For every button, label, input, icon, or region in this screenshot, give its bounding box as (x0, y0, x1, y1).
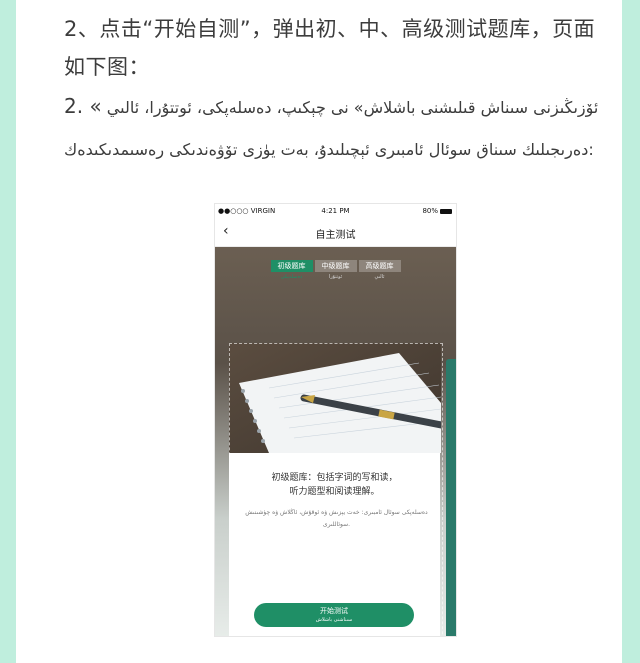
page-title: 自主测试 (315, 230, 356, 241)
step2-text: 2、点击“开始自测”，弹出初、中、高级测试题库，页面如下图： (64, 17, 596, 79)
start-test-label-ug: سىناشنى باشلاش (315, 617, 353, 623)
level-tabs: 初级题库 دەسلەپكى 中级题库 ئوتتۇرا 高级题库 ئالىي (215, 260, 456, 280)
tab-advanced-ug: ئالىي (374, 274, 385, 280)
tab-beginner[interactable]: 初级题库 دەسلەپكى (270, 260, 313, 280)
start-test-label: 开始测试 (320, 607, 348, 615)
step2-prefix: 2. « (64, 94, 102, 118)
level-description-line2: 听力题型和阅读理解。 (289, 487, 380, 497)
tab-beginner-ug: دەسلەپكى (280, 274, 303, 280)
tab-intermediate[interactable]: 中级题库 ئوتتۇرا (314, 260, 357, 280)
step2-uyghur-body: ئۆزىڭىزنى سىناش قىلىشنى باشلاش» نى چېكىپ… (64, 98, 599, 159)
clock: 4:21 PM (321, 207, 350, 215)
nav-bar: ‹ 自主测试 (215, 218, 456, 247)
tab-beginner-label: 初级题库 (270, 260, 313, 272)
battery-percent: 80% (422, 207, 438, 215)
level-description-ug: دەسلەپكى سوئال ئامبىرى: خەت يېزىش ۋە ئوق… (245, 509, 428, 528)
test-content: 初级题库 دەسلەپكى 中级题库 ئوتتۇرا 高级题库 ئالىي 初级… (215, 247, 456, 636)
tab-advanced-label: 高级题库 (358, 260, 401, 272)
status-bar: ●●○○○ VIRGIN 4:21 PM 80% (215, 204, 456, 218)
start-test-button[interactable]: 开始测试 سىناشنى باشلاش (254, 603, 414, 627)
battery-icon (440, 208, 452, 214)
level-description: 初级题库：包括字词的写和读， 听力题型和阅读理解。 (229, 471, 440, 499)
tab-advanced[interactable]: 高级题库 ئالىي (358, 260, 401, 280)
step2-uyghur-text: 2. « ئۆزىڭىزنى سىناش قىلىشنى باشلاش» نى … (64, 86, 609, 170)
phone-screenshot: ●●○○○ VIRGIN 4:21 PM 80% ‹ 自主测试 初级题库 دەس… (215, 204, 456, 636)
article-page: 2、点击“开始自测”，弹出初、中、高级测试题库，页面如下图： 2. « ئۆزى… (16, 0, 622, 663)
tab-intermediate-ug: ئوتتۇرا (328, 274, 343, 280)
tab-intermediate-label: 中级题库 (314, 260, 357, 272)
battery-indicator: 80% (422, 207, 452, 215)
next-card-peek[interactable] (446, 359, 456, 636)
level-card: 初级题库：包括字词的写和读， 听力题型和阅读理解。 دەسلەپكى سوئال… (229, 453, 440, 636)
level-description-line1: 初级题库：包括字词的写和读， (271, 473, 398, 483)
